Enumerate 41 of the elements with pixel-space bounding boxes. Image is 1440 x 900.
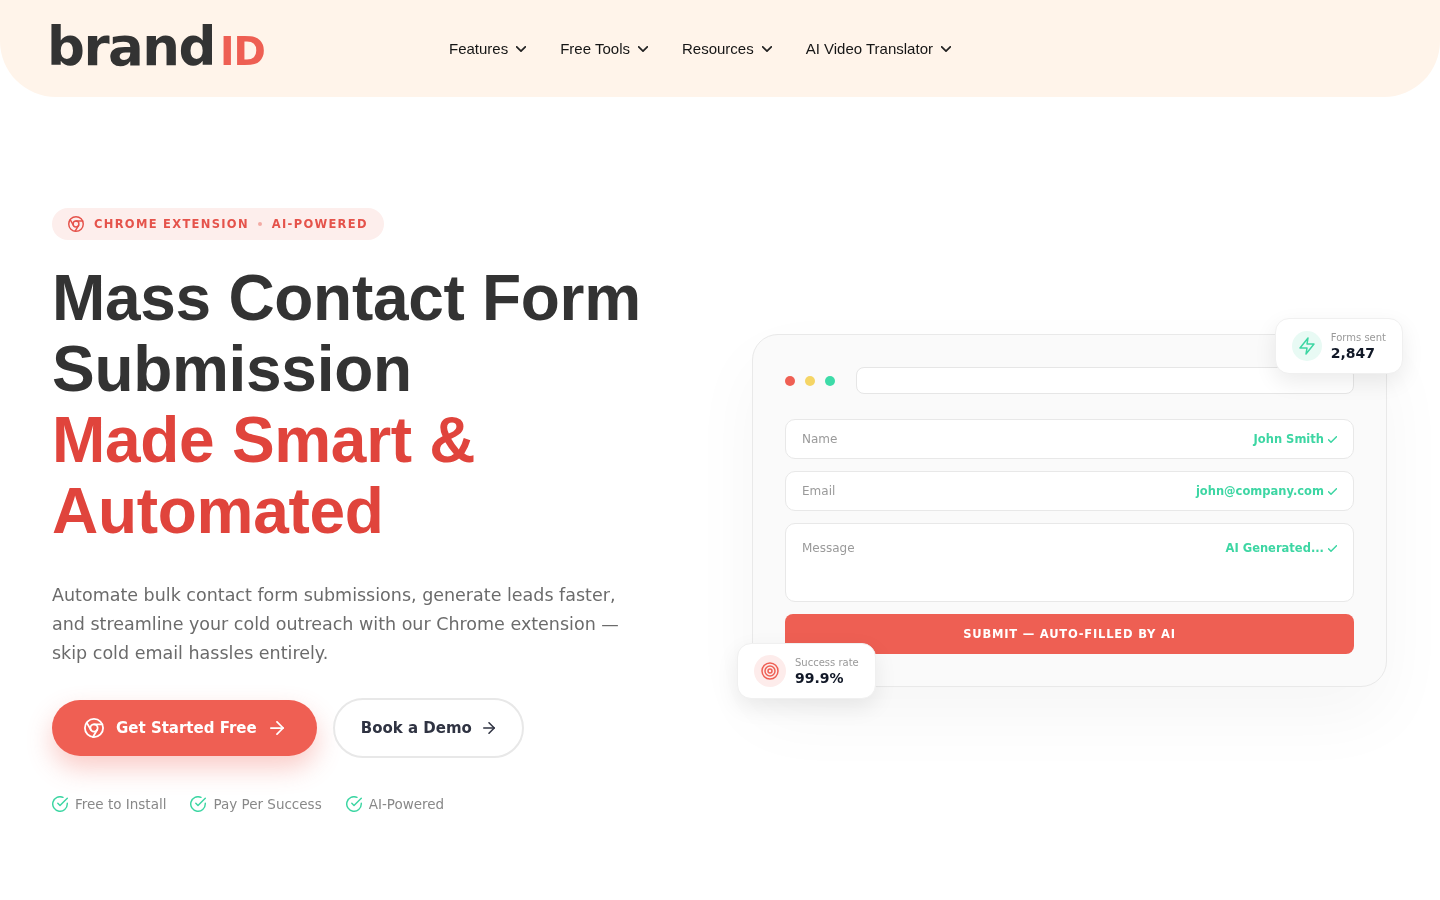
- chevron-down-icon: [637, 45, 648, 52]
- field-value: john@company.com: [1195, 484, 1324, 498]
- field-value: John Smith: [1253, 432, 1324, 446]
- check-icon: [1328, 487, 1337, 495]
- hero-title: Mass Contact Form Submission Made Smart & Automated: [52, 263, 642, 547]
- nav-menu-item[interactable]: Features: [449, 40, 527, 57]
- stat-label: Success rate: [795, 656, 859, 668]
- chevron-down-icon: [516, 45, 527, 52]
- arrow-right-icon: [268, 721, 285, 735]
- dot-separator-icon: [257, 222, 262, 226]
- bolt-icon: [1291, 331, 1322, 361]
- stat-label: Forms sent: [1330, 331, 1386, 343]
- window-dots-icon: [785, 375, 835, 386]
- nav-menu-item[interactable]: Free Tools: [560, 40, 648, 57]
- feature-text: Free to Install: [75, 796, 167, 812]
- check-circle-icon: [345, 796, 362, 812]
- brand-logo[interactable]: brand ID: [47, 20, 265, 77]
- field-label: Email: [802, 484, 836, 498]
- chevron-down-icon: [761, 45, 772, 52]
- nav-menu-item[interactable]: AI Video Translator: [805, 40, 951, 57]
- hero-description: Automate bulk contact form submissions, generate leads faster, and streamline your cold outreach with our Chrome extension — skip cold email hassles entirely.: [52, 584, 620, 665]
- stat-value: 2,847: [1330, 344, 1377, 361]
- check-icon: [1328, 544, 1337, 552]
- feature-text: Pay Per Success: [213, 796, 322, 812]
- book-demo-button[interactable]: Book a Demo: [332, 698, 524, 758]
- field-value: AI Generated...: [1225, 541, 1324, 555]
- field-label: Name: [802, 432, 838, 446]
- check-icon: [1328, 435, 1337, 443]
- arrow-right-icon: [481, 722, 496, 734]
- chevron-down-icon: [940, 45, 951, 52]
- target-icon: [754, 655, 786, 687]
- badge-text: AI-POWERED: [271, 217, 368, 231]
- check-circle-icon: [190, 796, 207, 812]
- chrome-icon: [68, 216, 84, 232]
- feature-text: AI-Powered: [368, 796, 445, 812]
- chrome-icon: [84, 718, 104, 738]
- field-label: Message: [802, 541, 855, 555]
- nav-menu-item[interactable]: Resources: [681, 40, 772, 57]
- stat-value: 99.9%: [795, 669, 845, 686]
- badge-text: CHROME EXTENSION: [94, 217, 249, 231]
- check-circle-icon: [52, 796, 68, 812]
